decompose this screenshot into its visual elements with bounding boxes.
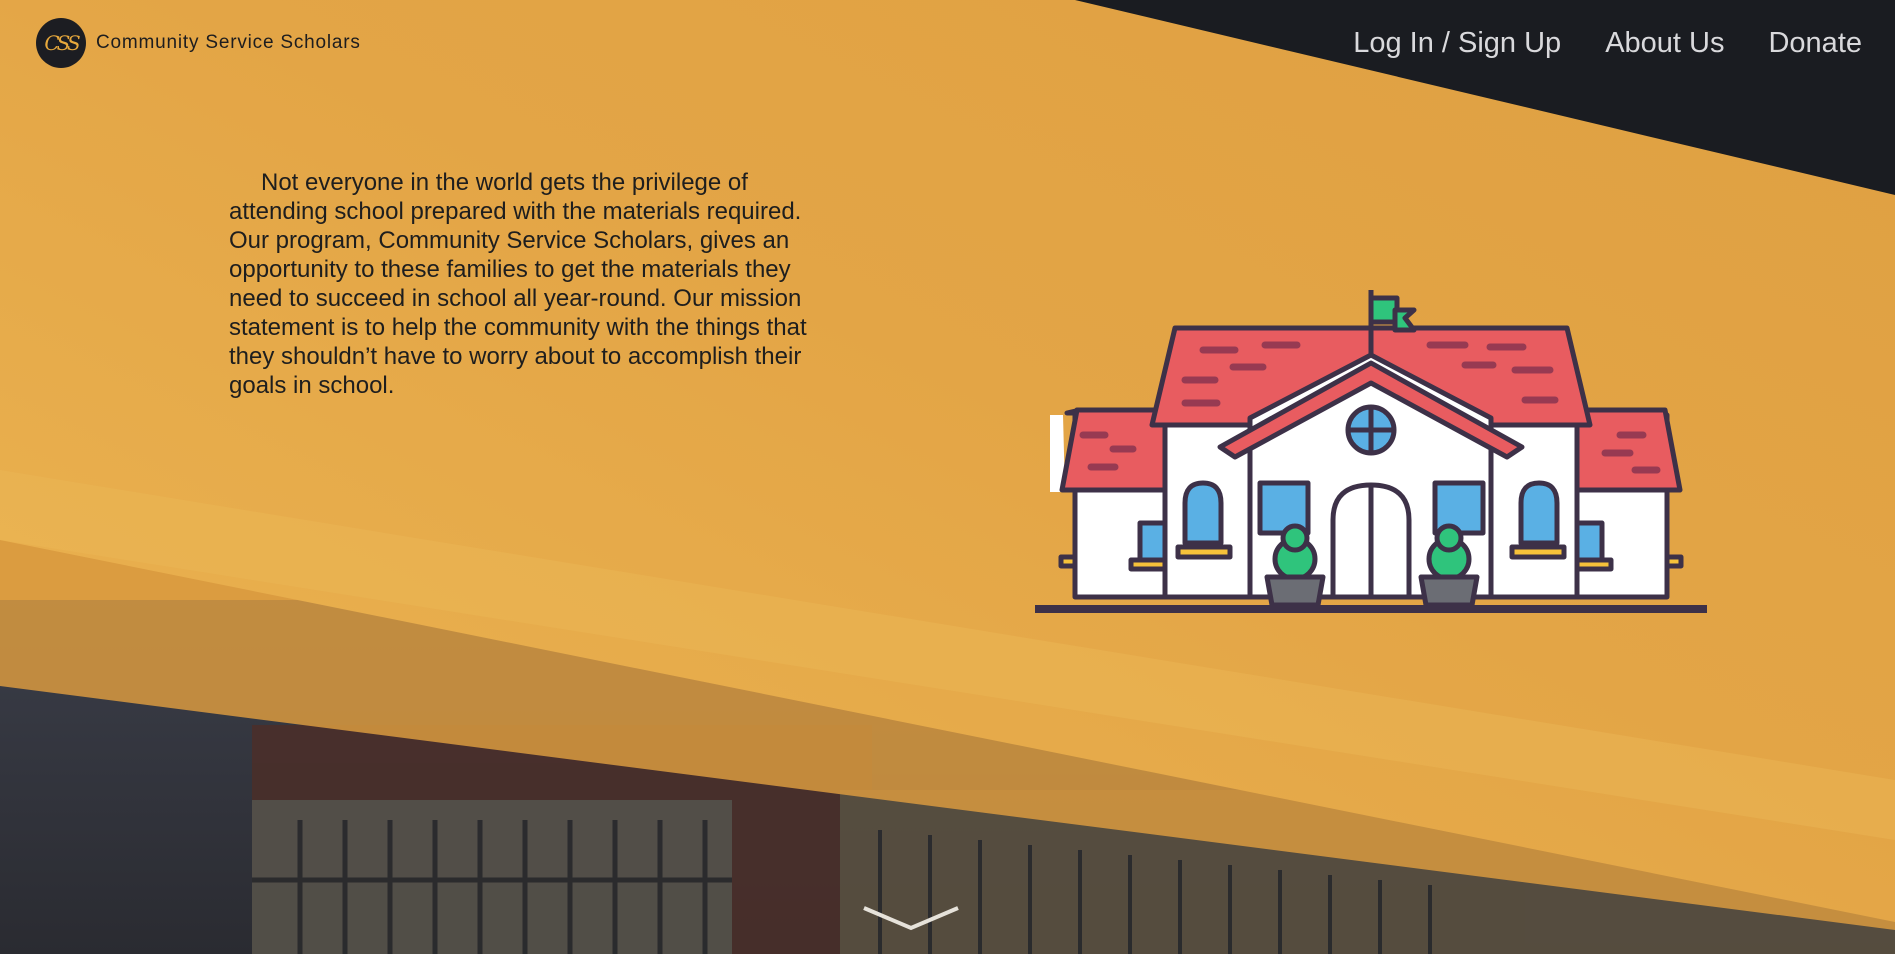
chevron-down-icon[interactable] <box>862 902 960 932</box>
brand-name[interactable]: Community Service Scholars <box>96 32 361 54</box>
nav-links: Log In / Sign Up About Us Donate <box>1309 27 1862 60</box>
school-building-icon <box>1035 290 1707 613</box>
brand-logo-text: CSS <box>44 31 80 55</box>
nav-about-us[interactable]: About Us <box>1605 27 1724 60</box>
brand-logo[interactable]: CSS <box>36 18 86 68</box>
top-navbar: CSS Community Service Scholars Log In / … <box>0 0 1895 90</box>
mission-statement: Not everyone in the world gets the privi… <box>229 169 807 399</box>
nav-login-signup[interactable]: Log In / Sign Up <box>1353 27 1561 60</box>
brand[interactable]: CSS Community Service Scholars <box>36 18 361 68</box>
nav-donate[interactable]: Donate <box>1768 27 1862 60</box>
